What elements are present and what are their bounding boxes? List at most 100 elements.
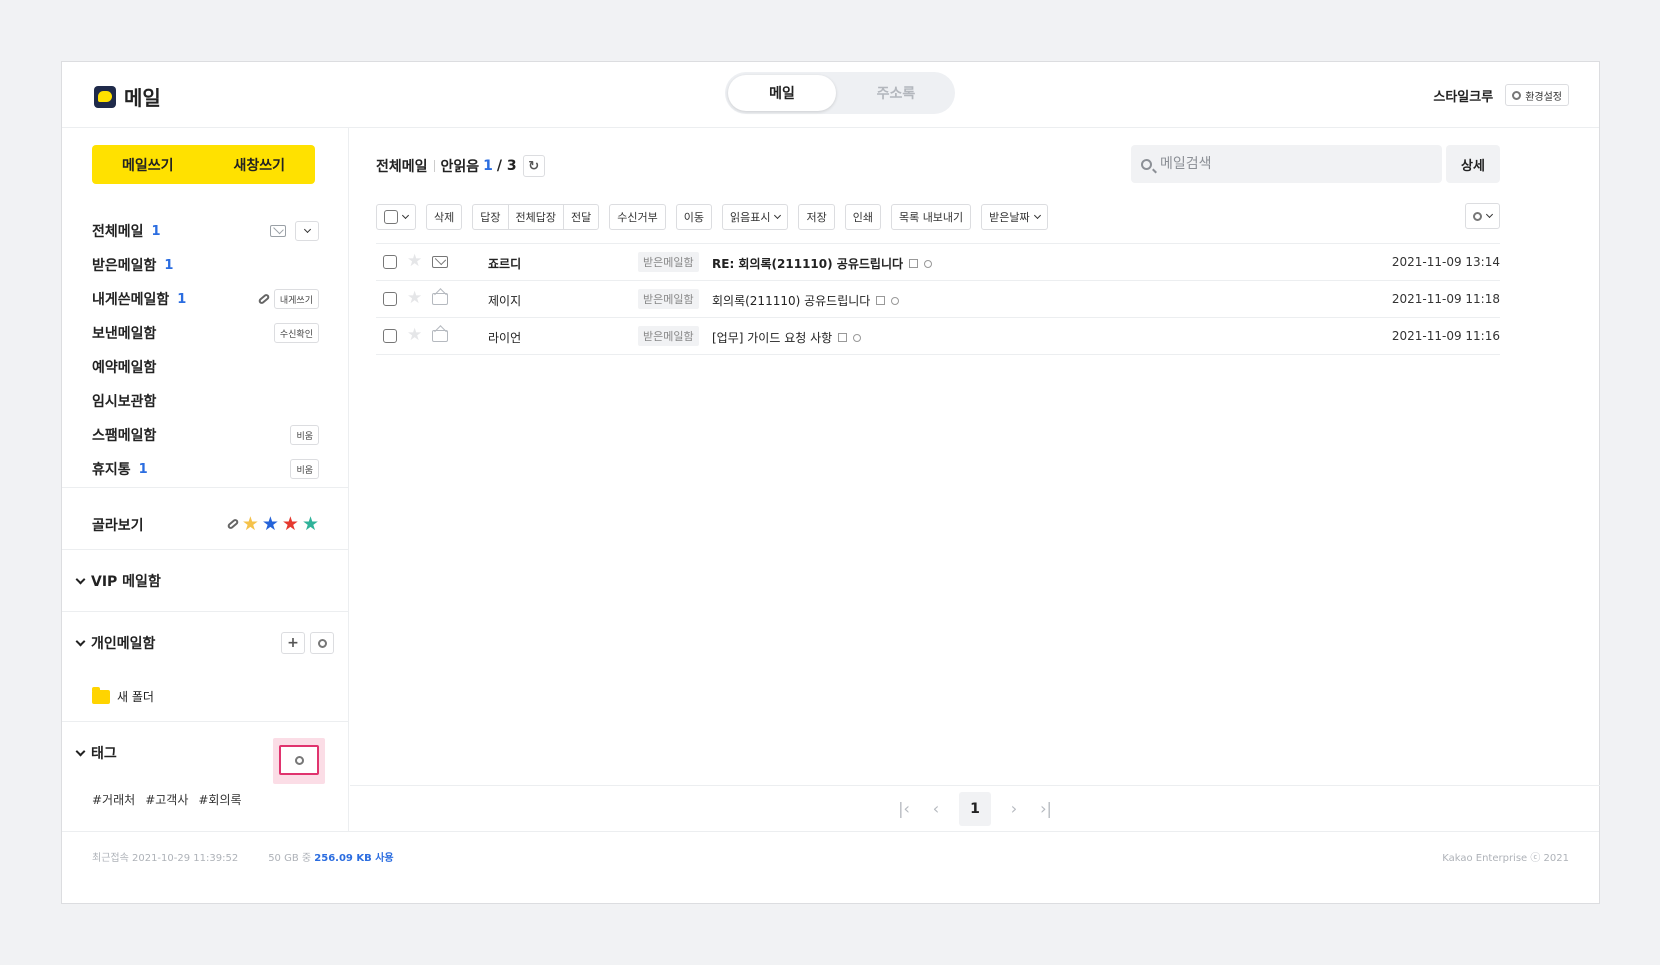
tag-item[interactable]: #거래처	[92, 791, 135, 808]
tag-settings-button[interactable]	[279, 745, 319, 775]
star-yellow-icon[interactable]: ★	[242, 514, 259, 534]
sidebar-item-label: 전체메일	[92, 224, 144, 240]
star-icon[interactable]: ★	[407, 288, 422, 308]
search-icon[interactable]	[891, 296, 900, 305]
tab-address-book[interactable]: 주소록	[842, 75, 950, 111]
sidebar-item-all-mail[interactable]: 전체메일 1	[92, 214, 319, 248]
attachment-icon[interactable]	[226, 517, 240, 531]
prev-page-icon[interactable]: ‹	[927, 799, 945, 818]
table-row[interactable]: ★ 제이지 받은메일함 회의록(211110) 공유드립니다 2021-11-0…	[376, 281, 1500, 318]
sender[interactable]: 죠르디	[488, 255, 521, 272]
search-icon[interactable]	[924, 259, 933, 268]
section-vip[interactable]: VIP 메일함	[75, 568, 334, 594]
envelope-read-icon[interactable]	[432, 330, 448, 342]
export-list-button[interactable]: 목록 내보내기	[890, 204, 972, 230]
envelope-unread-icon[interactable]	[432, 256, 448, 268]
current-page[interactable]: 1	[959, 791, 991, 826]
search-icon[interactable]	[853, 333, 862, 342]
compose-button[interactable]: 메일쓰기	[92, 145, 204, 184]
copy-icon[interactable]	[876, 296, 886, 305]
quota-used: 256.09 KB 사용	[314, 853, 394, 864]
date: 2021-11-09 13:14	[1391, 255, 1500, 269]
section-label: VIP 메일함	[91, 574, 161, 590]
star-blue-icon[interactable]: ★	[262, 514, 279, 534]
mailbox-list: 전체메일 1 받은메일함 1 내게쓴메일함 1 내게쓰기 보낸메일함 수신확인 …	[92, 214, 319, 486]
copy-icon[interactable]	[838, 333, 848, 342]
select-all-dropdown[interactable]	[376, 204, 416, 230]
top-bar: 메일 메일 주소록 스타일크루 환경설정	[62, 62, 1599, 128]
top-right-area: 스타일크루 환경설정	[1433, 84, 1569, 106]
envelope-read-icon[interactable]	[432, 293, 448, 305]
compose-group: 메일쓰기 새창쓰기	[92, 145, 315, 184]
sidebar-item-inbox[interactable]: 받은메일함 1	[92, 248, 319, 282]
delete-button[interactable]: 삭제	[426, 204, 463, 230]
chevron-down-icon	[303, 225, 311, 234]
sidebar-item-scheduled[interactable]: 예약메일함	[92, 350, 319, 384]
move-button[interactable]: 이동	[675, 204, 712, 230]
star-icon[interactable]: ★	[407, 325, 422, 345]
reply-button[interactable]: 답장	[472, 204, 509, 230]
folder-item-new[interactable]: 새 폴더	[92, 686, 154, 705]
first-page-icon[interactable]: |‹	[895, 799, 913, 818]
star-green-icon[interactable]: ★	[302, 514, 319, 534]
mark-read-dropdown[interactable]: 읽음표시	[721, 204, 789, 230]
refresh-button[interactable]: ↻	[522, 155, 545, 177]
search-input[interactable]	[1160, 156, 1420, 172]
block-button[interactable]: 수신거부	[609, 204, 666, 230]
list-settings-dropdown[interactable]	[1465, 203, 1500, 229]
table-row[interactable]: ★ 죠르디 받은메일함 RE: 회의록(211110) 공유드립니다 2021-…	[376, 244, 1500, 281]
compose-new-window-button[interactable]: 새창쓰기	[204, 145, 316, 184]
read-receipt-button[interactable]: 수신확인	[273, 323, 319, 343]
reply-all-button[interactable]: 전체답장	[507, 204, 564, 230]
app-logo[interactable]: 메일	[94, 82, 161, 111]
mark-all-read-button[interactable]	[265, 221, 291, 241]
detail-search-button[interactable]: 상세	[1446, 145, 1500, 183]
next-page-icon[interactable]: ›	[1005, 799, 1023, 818]
chevron-down-icon	[75, 636, 86, 646]
user-name[interactable]: 스타일크루	[1433, 86, 1493, 105]
sender[interactable]: 라이언	[488, 329, 521, 346]
tag-item[interactable]: #회의록	[198, 791, 241, 808]
row-checkbox[interactable]	[383, 329, 397, 343]
empty-trash-button[interactable]: 비움	[290, 459, 319, 479]
filter-icons: ★ ★ ★ ★	[226, 514, 319, 534]
page-title: 전체메일	[376, 159, 428, 175]
sidebar-item-label: 임시보관함	[92, 394, 157, 410]
table-row[interactable]: ★ 라이언 받은메일함 [업무] 가이드 요청 사항 2021-11-09 11…	[376, 318, 1500, 355]
star-icon[interactable]: ★	[407, 251, 422, 271]
sidebar-item-to-me[interactable]: 내게쓴메일함 1 내게쓰기	[92, 282, 319, 316]
subject[interactable]: 회의록(211110) 공유드립니다	[712, 292, 900, 309]
sort-dropdown[interactable]: 받은날짜	[981, 204, 1048, 230]
row-checkbox[interactable]	[383, 292, 397, 306]
subject[interactable]: [업무] 가이드 요청 사항	[712, 329, 862, 346]
expand-button[interactable]	[295, 221, 319, 241]
settings-button[interactable]: 환경설정	[1505, 84, 1569, 106]
add-folder-button[interactable]: +	[281, 632, 305, 654]
copy-icon[interactable]	[909, 259, 919, 268]
attachment-icon[interactable]	[257, 292, 271, 306]
tab-mail[interactable]: 메일	[728, 75, 836, 111]
sender[interactable]: 제이지	[488, 292, 521, 309]
mailbox-tag: 받은메일함	[638, 289, 699, 309]
gear-icon	[1473, 211, 1482, 221]
sidebar-item-drafts[interactable]: 임시보관함	[92, 384, 319, 418]
mark-read-label: 읽음표시	[729, 211, 771, 224]
print-button[interactable]: 인쇄	[844, 204, 881, 230]
folder-settings-button[interactable]	[310, 632, 334, 654]
sidebar-item-sent[interactable]: 보낸메일함 수신확인	[92, 316, 319, 350]
tag-item[interactable]: #고객사	[145, 791, 188, 808]
write-to-me-button[interactable]: 내게쓰기	[273, 289, 319, 309]
gear-icon	[317, 638, 327, 648]
last-page-icon[interactable]: ›|	[1037, 799, 1055, 818]
sidebar-item-trash[interactable]: 휴지통 1 비움	[92, 452, 319, 486]
row-checkbox[interactable]	[383, 255, 397, 269]
section-personal[interactable]: 개인메일함 +	[75, 630, 334, 656]
sidebar-item-label: 휴지통	[92, 462, 131, 478]
empty-spam-button[interactable]: 비움	[290, 425, 319, 445]
star-red-icon[interactable]: ★	[282, 514, 299, 534]
subject[interactable]: RE: 회의록(211110) 공유드립니다	[712, 255, 933, 272]
sidebar-item-spam[interactable]: 스팸메일함 비움	[92, 418, 319, 452]
forward-button[interactable]: 전달	[562, 204, 600, 230]
select-all-checkbox[interactable]	[384, 210, 398, 224]
save-button[interactable]: 저장	[798, 204, 835, 230]
